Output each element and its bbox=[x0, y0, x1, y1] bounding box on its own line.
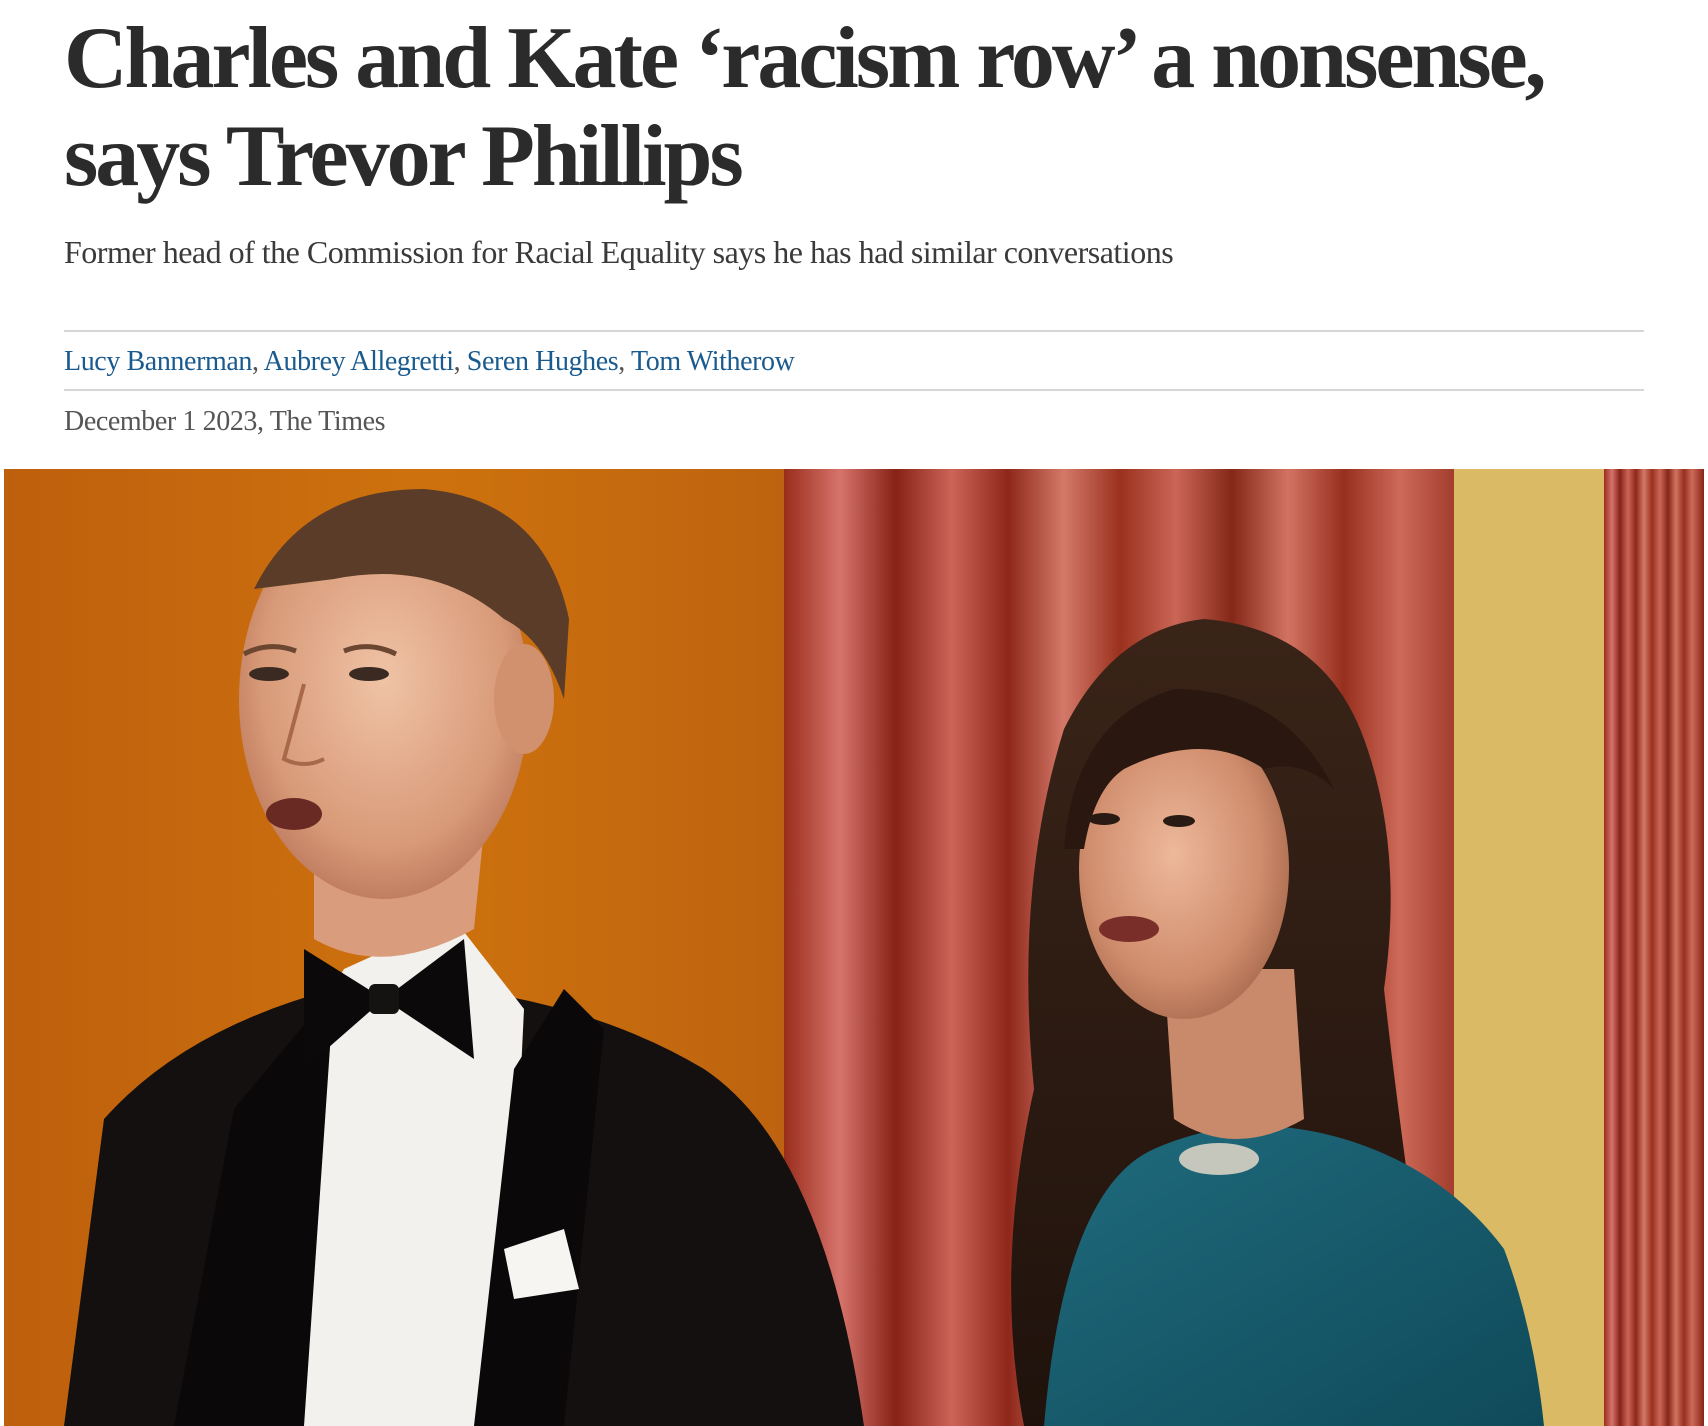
article-header: Charles and Kate ‘racism row’ a nonsense… bbox=[64, 0, 1644, 272]
author-link-seren-hughes[interactable]: Seren Hughes bbox=[467, 346, 619, 377]
publication-name: The Times bbox=[269, 406, 386, 437]
byline: Lucy Bannerman, Aubrey Allegretti, Seren… bbox=[64, 340, 795, 384]
dateline: December 1 2023, The Times bbox=[64, 402, 386, 442]
author-separator: , bbox=[453, 346, 467, 377]
article-standfirst: Former head of the Commission for Racial… bbox=[64, 234, 1174, 270]
author-link-aubrey-allegretti[interactable]: Aubrey Allegretti bbox=[264, 346, 454, 377]
hero-photo bbox=[4, 469, 1704, 1426]
byline-top-divider bbox=[64, 330, 1644, 332]
author-link-tom-witherow[interactable]: Tom Witherow bbox=[631, 346, 795, 377]
article-headline: Charles and Kate ‘racism row’ a nonsense… bbox=[64, 10, 1547, 205]
publish-date: December 1 2023 bbox=[64, 406, 258, 437]
author-separator: , bbox=[252, 346, 264, 377]
author-separator: , bbox=[618, 346, 631, 377]
author-link-lucy-bannerman[interactable]: Lucy Bannerman bbox=[64, 346, 252, 377]
date-separator: , bbox=[257, 406, 270, 437]
byline-bottom-divider bbox=[64, 389, 1644, 391]
photo-icon bbox=[4, 469, 1704, 1426]
